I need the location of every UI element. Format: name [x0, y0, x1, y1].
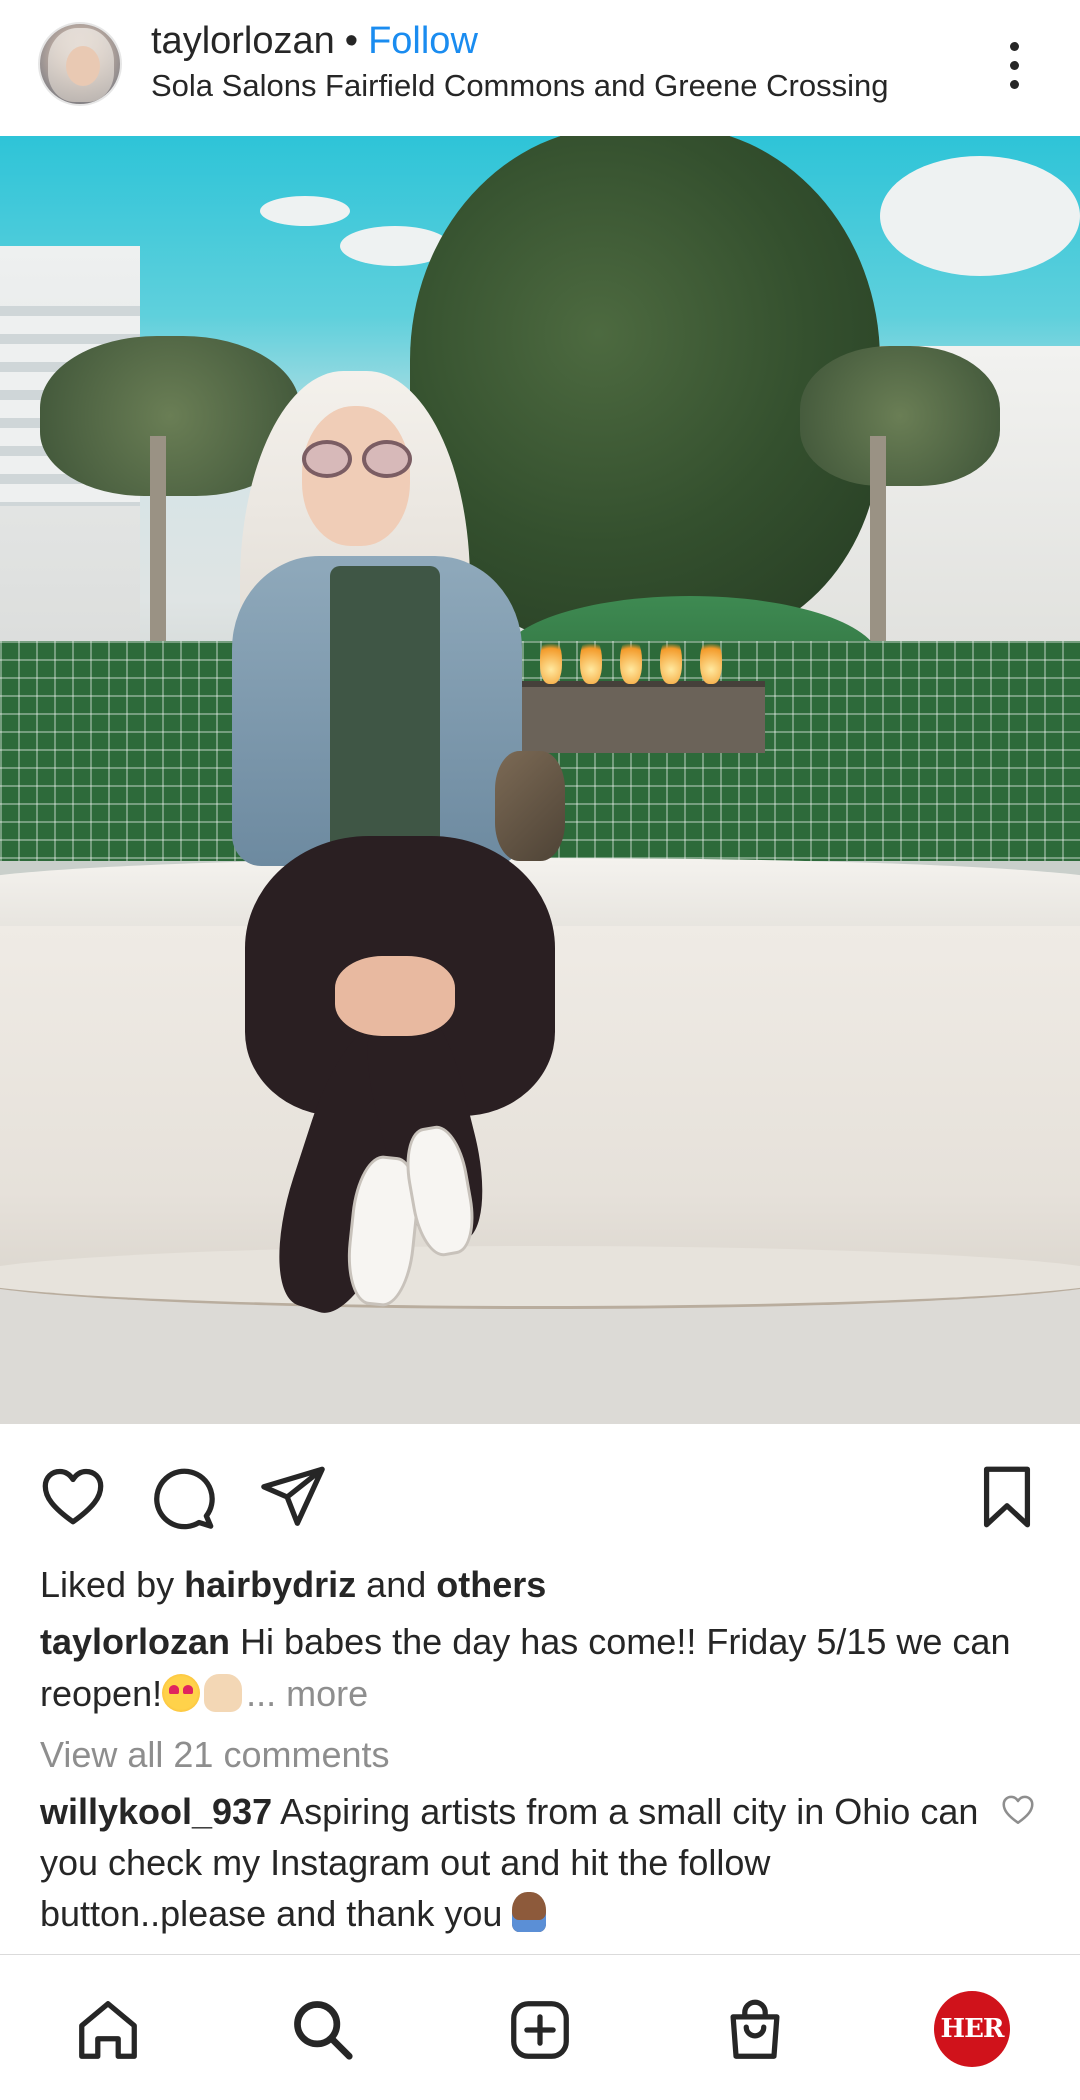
create-icon[interactable] [505, 1995, 575, 2065]
kebab-dot [1010, 80, 1019, 89]
glasses-lens [302, 440, 352, 478]
heart-eyes-emoji-icon [162, 1674, 201, 1712]
kebab-dot [1010, 42, 1019, 51]
user-avatar[interactable] [38, 22, 122, 106]
profile-avatar[interactable]: HER [934, 1991, 1010, 2067]
separator-dot: • [344, 20, 359, 62]
caption-username[interactable]: taylorlozan [40, 1621, 230, 1662]
post-header: taylorlozan • Follow Sola Salons Fairfield… [0, 0, 1080, 136]
username-line: taylorlozan • Follow [151, 20, 478, 63]
caption-more-link[interactable]: ... more [246, 1673, 368, 1714]
follow-button[interactable]: Follow [368, 20, 478, 62]
home-icon[interactable] [73, 1995, 143, 2065]
likes-user[interactable]: hairbydriz [184, 1564, 356, 1605]
bottom-nav: HER [0, 1954, 1080, 2100]
comment-icon[interactable] [148, 1462, 218, 1532]
likes-prefix: Liked by [40, 1564, 175, 1605]
post-username[interactable]: taylorlozan [151, 20, 335, 62]
person [0, 136, 1080, 1424]
search-icon[interactable] [288, 1995, 358, 2065]
comment-username[interactable]: willykool_937 [40, 1791, 272, 1832]
likes-conj: and [366, 1564, 427, 1605]
raised-hands-emoji-icon [204, 1674, 243, 1712]
glasses-lens [362, 440, 412, 478]
avatar-face [66, 46, 100, 86]
post-caption: taylorlozan Hi babes the day has come!! … [40, 1616, 1050, 1720]
person-bag [495, 751, 565, 861]
folded-hands-emoji-icon [512, 1892, 547, 1932]
kebab-dot [1010, 61, 1019, 70]
view-all-comments-link[interactable]: View all 21 comments [40, 1734, 390, 1776]
person-shirt [330, 566, 440, 866]
shop-icon[interactable] [720, 1995, 790, 2065]
action-bar [0, 1424, 1080, 1554]
comment-like-heart-icon[interactable] [1000, 1792, 1036, 1828]
likes-others[interactable]: others [436, 1564, 546, 1605]
likes-line[interactable]: Liked by hairbydriz and others [40, 1564, 546, 1606]
more-vertical-icon[interactable] [1000, 38, 1028, 94]
post-photo[interactable] [0, 136, 1080, 1424]
top-comment: willykool_937 Aspiring artists from a sm… [40, 1786, 980, 1939]
person-hands [335, 956, 455, 1036]
profile-badge-text: HER [940, 2014, 1005, 2044]
person-glasses [300, 436, 416, 480]
send-icon[interactable] [258, 1462, 328, 1532]
heart-icon[interactable] [38, 1462, 108, 1532]
post-location[interactable]: Sola Salons Fairfield Commons and Greene… [151, 68, 888, 104]
bookmark-icon[interactable] [972, 1462, 1042, 1532]
